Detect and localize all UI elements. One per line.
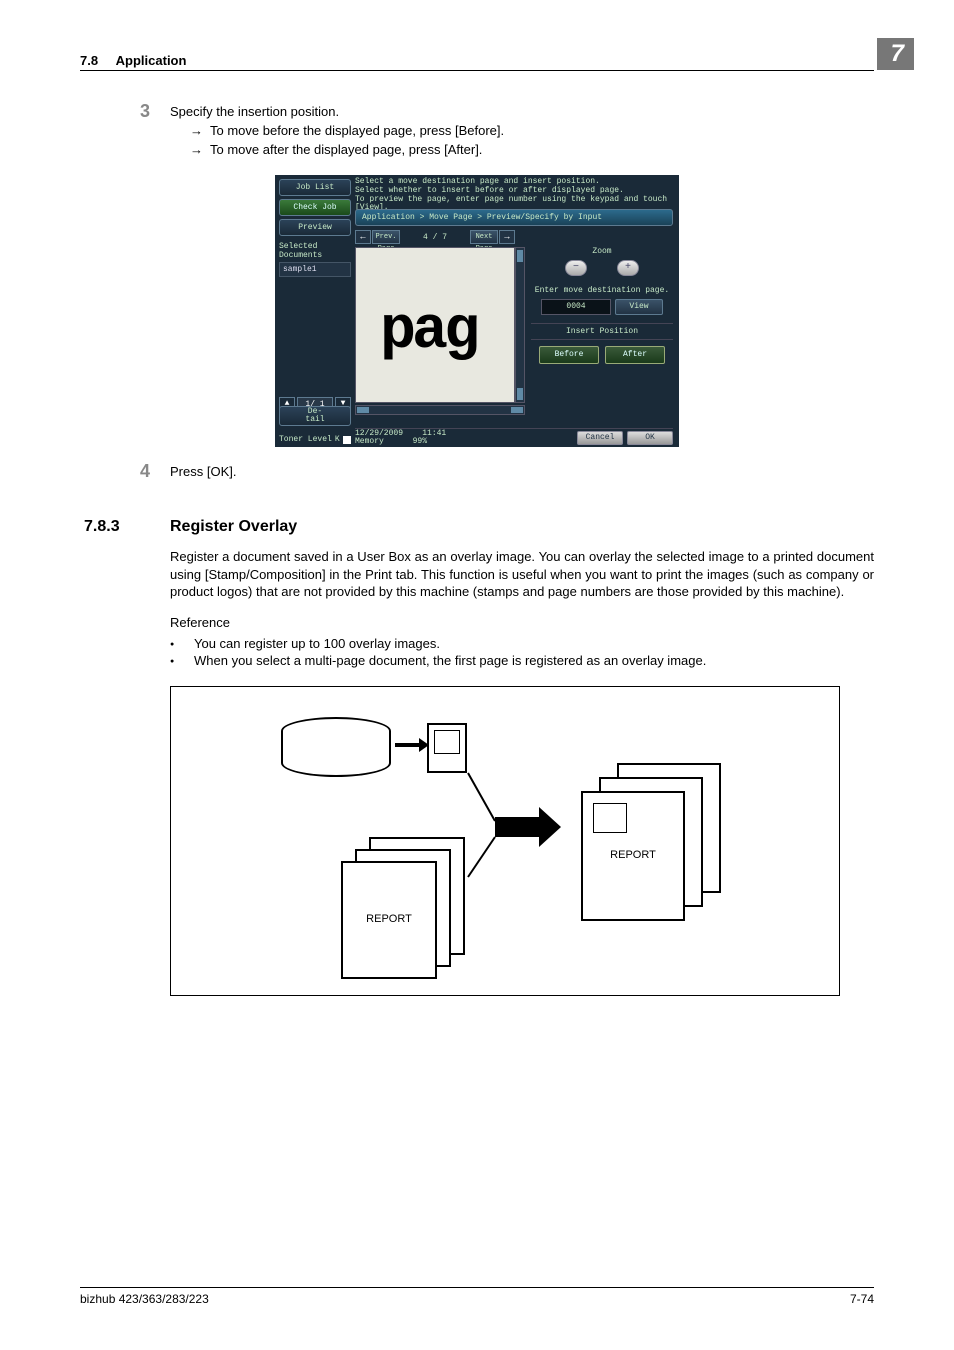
vertical-scrollbar[interactable] [515, 247, 525, 403]
next-arrow-icon[interactable]: → [499, 230, 515, 244]
source-document-stack: REPORT [341, 837, 471, 977]
bullet-text: You can register up to 100 overlay image… [194, 636, 440, 651]
arrow-icon: → [190, 123, 210, 138]
report-label: REPORT [583, 849, 683, 861]
step-text: Press [OK]. [170, 464, 874, 479]
scroll-up-icon[interactable] [517, 250, 523, 262]
section-title: Register Overlay [170, 518, 297, 536]
bullet-text: To move after the displayed page, press … [210, 142, 874, 157]
reference-bullet: You can register up to 100 overlay image… [170, 636, 874, 651]
section-heading: 7.8.3 Register Overlay [80, 518, 874, 536]
view-button[interactable]: View [615, 299, 663, 315]
cancel-button[interactable]: Cancel [577, 431, 623, 445]
selected-documents-label: Selected Documents [279, 242, 351, 260]
scroll-down-icon[interactable] [517, 388, 523, 400]
check-job-button[interactable]: Check Job [279, 199, 351, 216]
insert-position-label: Insert Position [531, 323, 673, 340]
bullet-icon [170, 636, 194, 651]
preview-content-text: pag [380, 298, 476, 366]
page-indicator: 4 / 7 [401, 233, 469, 242]
zoom-in-button[interactable]: + [617, 260, 639, 276]
enter-destination-label: Enter move destination page. [531, 286, 673, 295]
job-list-button[interactable]: Job List [279, 179, 351, 196]
after-button[interactable]: After [605, 346, 665, 364]
scroll-left-icon[interactable] [357, 407, 369, 413]
toner-level: Toner Level K [279, 435, 351, 444]
header-section-num: 7.8 [80, 53, 98, 68]
step-4: 4 Press [OK]. [80, 461, 874, 482]
prev-arrow-icon[interactable]: ← [355, 230, 371, 244]
footer-right: 7-74 [850, 1292, 874, 1306]
section-paragraph: Register a document saved in a User Box … [170, 548, 874, 601]
detail-button[interactable]: De- tail [279, 406, 351, 429]
chapter-tab: 7 [877, 38, 914, 70]
arrow-icon: → [190, 142, 210, 157]
step-number: 3 [80, 101, 170, 161]
header-left: 7.8 Application [80, 53, 186, 68]
horizontal-scrollbar[interactable] [355, 405, 525, 415]
footer-left: bizhub 423/363/283/223 [80, 1292, 209, 1306]
step-sub-bullet: → To move after the displayed page, pres… [190, 142, 874, 157]
step-3: 3 Specify the insertion position. → To m… [80, 101, 874, 161]
step-text: Specify the insertion position. [170, 104, 874, 119]
toner-bar-icon [343, 436, 351, 444]
overlay-diagram: REPORT REPORT [170, 686, 840, 996]
next-page-button[interactable]: Next Page [470, 230, 498, 244]
page-footer: bizhub 423/363/283/223 7-74 [80, 1287, 874, 1306]
preview-nav-bar: ← Prev. Page 4 / 7 Next Page → [355, 229, 515, 245]
toner-letter: K [335, 435, 340, 444]
toner-label: Toner Level [279, 435, 332, 444]
step-number: 4 [80, 461, 170, 482]
result-document-stack: REPORT [581, 763, 731, 923]
page-preview: pag [355, 247, 515, 403]
overlay-applied-icon [593, 803, 627, 833]
panel-screenshot: Job List Check Job Preview Selected Docu… [275, 175, 679, 447]
header-section-title: Application [116, 53, 187, 68]
page-header: 7.8 Application 7 [80, 38, 874, 71]
prev-page-button[interactable]: Prev. Page [372, 230, 400, 244]
preview-button[interactable]: Preview [279, 219, 351, 236]
status-datetime: 12/29/2009 11:41 Memory 99% [355, 430, 446, 446]
connector-lines-icon [171, 687, 841, 997]
report-label: REPORT [343, 913, 435, 925]
reference-label: Reference [170, 615, 874, 630]
breadcrumb: Application > Move Page > Preview/Specif… [355, 209, 673, 226]
ok-button[interactable]: OK [627, 431, 673, 445]
bullet-text: When you select a multi-page document, t… [194, 653, 706, 668]
zoom-label: Zoom [531, 247, 673, 256]
zoom-out-button[interactable]: − [565, 260, 587, 276]
section-number: 7.8.3 [80, 518, 170, 536]
reference-bullet: When you select a multi-page document, t… [170, 653, 874, 668]
panel-instructions: Select a move destination page and inser… [355, 178, 673, 213]
scroll-right-icon[interactable] [511, 407, 523, 413]
bullet-text: To move before the displayed page, press… [210, 123, 874, 138]
bullet-icon [170, 653, 194, 668]
step-sub-bullet: → To move before the displayed page, pre… [190, 123, 874, 138]
destination-page-field[interactable]: 0004 [541, 299, 611, 315]
before-button[interactable]: Before [539, 346, 599, 364]
document-item[interactable]: sample1 [279, 262, 351, 277]
